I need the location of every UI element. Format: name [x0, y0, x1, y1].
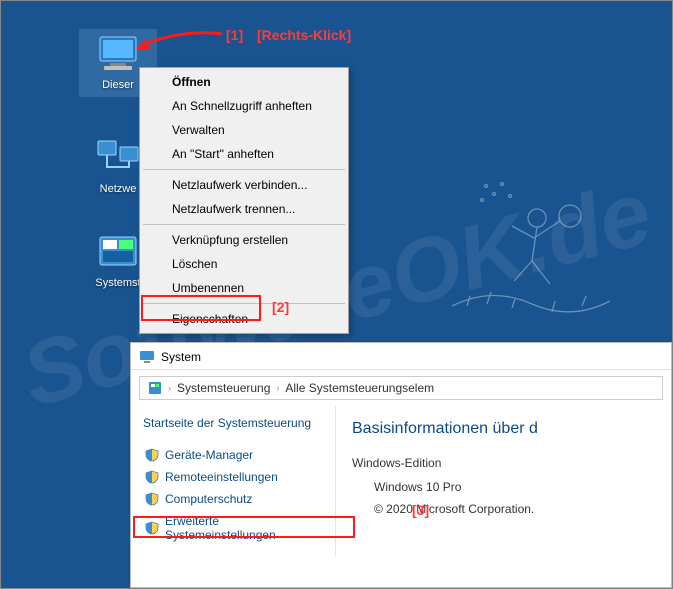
- menu-item-properties[interactable]: Eigenschaften: [142, 307, 346, 331]
- menu-item-map-drive[interactable]: Netzlaufwerk verbinden...: [142, 173, 346, 197]
- annotation-marker-3: [3]: [412, 502, 429, 518]
- address-bar[interactable]: › Systemsteuerung › Alle Systemsteuerung…: [139, 376, 663, 400]
- menu-item-delete[interactable]: Löschen: [142, 252, 346, 276]
- chevron-right-icon: ›: [276, 383, 279, 393]
- menu-item-open[interactable]: Öffnen: [142, 70, 346, 94]
- decorative-doodle: [442, 166, 612, 336]
- context-menu: Öffnen An Schnellzugriff anheften Verwal…: [139, 67, 349, 334]
- control-panel-home-link[interactable]: Startseite der Systemsteuerung: [143, 416, 323, 430]
- breadcrumb-item[interactable]: Alle Systemsteuerungselem: [285, 381, 434, 395]
- link-label: Erweiterte Systemeinstellungen: [165, 514, 321, 542]
- windows-edition-value: Windows 10 Pro: [374, 480, 655, 494]
- shield-icon: [145, 521, 159, 535]
- menu-item-manage[interactable]: Verwalten: [142, 118, 346, 142]
- computer-icon: [94, 33, 142, 73]
- windows-edition-label: Windows-Edition: [352, 456, 655, 470]
- annotation-marker-1: [1]: [226, 27, 243, 43]
- left-panel: Startseite der Systemsteuerung Geräte-Ma…: [131, 406, 336, 556]
- menu-item-rename[interactable]: Umbenennen: [142, 276, 346, 300]
- link-system-protection[interactable]: Computerschutz: [143, 488, 323, 510]
- menu-separator: [143, 224, 345, 225]
- menu-item-pin-start[interactable]: An "Start" anheften: [142, 142, 346, 166]
- link-label: Computerschutz: [165, 492, 252, 506]
- link-label: Geräte-Manager: [165, 448, 253, 462]
- system-control-panel-window: System › Systemsteuerung › Alle Systemst…: [130, 342, 672, 588]
- computer-icon: [139, 349, 155, 365]
- basic-info-heading: Basisinformationen über d: [352, 420, 655, 438]
- network-icon: [94, 137, 142, 177]
- control-panel-icon: [94, 231, 142, 271]
- window-title-text: System: [161, 350, 201, 364]
- shield-icon: [145, 448, 159, 462]
- menu-separator: [143, 303, 345, 304]
- menu-item-disconnect-drive[interactable]: Netzlaufwerk trennen...: [142, 197, 346, 221]
- chevron-right-icon: ›: [168, 383, 171, 393]
- link-label: Remoteeinstellungen: [165, 470, 278, 484]
- control-panel-icon: [148, 381, 162, 395]
- annotation-marker-2: [2]: [272, 299, 289, 315]
- window-title-bar: System: [131, 343, 671, 370]
- breadcrumb-item[interactable]: Systemsteuerung: [177, 381, 270, 395]
- shield-icon: [145, 492, 159, 506]
- right-panel: Basisinformationen über d Windows-Editio…: [336, 406, 671, 556]
- annotation-label-1: [Rechts-Klick]: [257, 27, 351, 43]
- menu-item-create-shortcut[interactable]: Verknüpfung erstellen: [142, 228, 346, 252]
- menu-item-pin-quick-access[interactable]: An Schnellzugriff anheften: [142, 94, 346, 118]
- shield-icon: [145, 470, 159, 484]
- menu-separator: [143, 169, 345, 170]
- link-device-manager[interactable]: Geräte-Manager: [143, 444, 323, 466]
- link-remote-settings[interactable]: Remoteeinstellungen: [143, 466, 323, 488]
- link-advanced-system-settings[interactable]: Erweiterte Systemeinstellungen: [143, 510, 323, 546]
